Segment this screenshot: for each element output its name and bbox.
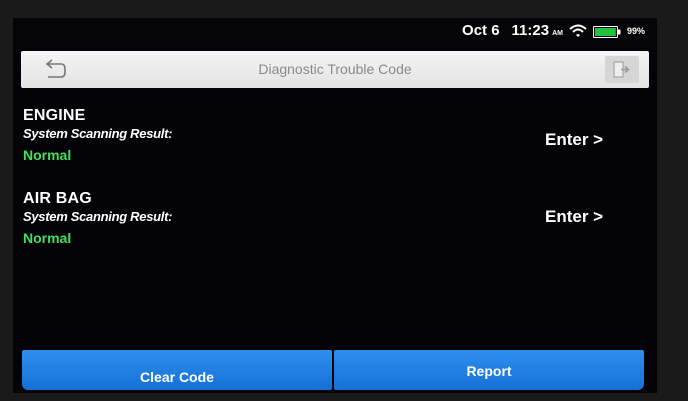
- device-screen: Oct 6 11:23 AM 99% Diagnostic Trouble Co…: [13, 18, 657, 393]
- status-bar: Oct 6 11:23 AM 99%: [13, 18, 657, 45]
- status-ampm: AM: [552, 29, 563, 37]
- enter-airbag-button[interactable]: Enter >: [545, 207, 603, 227]
- clear-code-button[interactable]: Clear Code: [22, 350, 332, 390]
- exit-icon[interactable]: [605, 56, 639, 83]
- title-bar: Diagnostic Trouble Code: [21, 51, 649, 88]
- system-name: ENGINE: [23, 107, 86, 124]
- system-result-label: System Scanning Result:: [23, 126, 173, 141]
- system-status: Normal: [23, 230, 72, 246]
- report-label: Report: [466, 363, 512, 379]
- status-right-group: Oct 6 11:23 AM 99%: [462, 22, 645, 39]
- bottom-action-bar: Clear Code Report: [22, 350, 644, 390]
- system-result-label: System Scanning Result:: [23, 209, 173, 224]
- system-status: Normal: [23, 147, 72, 163]
- system-airbag: AIR BAG System Scanning Result: Normal: [23, 190, 172, 246]
- status-date: Oct 6: [462, 22, 500, 39]
- enter-engine-button[interactable]: Enter >: [545, 130, 603, 150]
- system-engine: ENGINE System Scanning Result: Normal: [23, 107, 172, 163]
- page-title: Diagnostic Trouble Code: [258, 61, 412, 77]
- battery-icon: [592, 25, 621, 38]
- report-button[interactable]: Report: [334, 350, 644, 390]
- wifi-icon: [569, 24, 587, 38]
- status-time: 11:23: [511, 22, 550, 39]
- system-name: AIR BAG: [23, 190, 92, 207]
- battery-percent: 99%: [626, 25, 645, 36]
- clear-code-label: Clear Code: [140, 369, 214, 385]
